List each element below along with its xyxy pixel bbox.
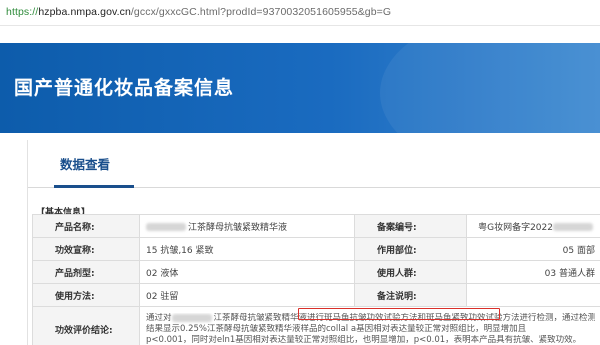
- product-name-text: 江茶酵母抗皱紧致精华液: [188, 222, 288, 233]
- label-product-name: 产品名称:: [32, 214, 140, 238]
- value-filing-number: 粤G妆网备字2022: [466, 214, 600, 238]
- table-row: 功效评价结论: 通过对 江茶酵母抗皱紧致精华液进行斑马鱼抗皱功效试验方法和斑马鱼紧…: [32, 306, 600, 345]
- filing-number-text: 粤G妆网备字2022: [478, 222, 553, 233]
- value-product-name: 江茶酵母抗皱紧致精华液: [139, 214, 355, 238]
- tab-data-view[interactable]: 数据查看: [60, 154, 110, 173]
- url-path: /gccx/gxxcGC.html?prodId=937003205160595…: [130, 6, 392, 18]
- url-host: hzpba.nmpa.gov.cn: [38, 6, 131, 18]
- value-dosage-form: 02 液体: [139, 260, 355, 284]
- table-row: 使用方法: 02 驻留 备注说明:: [32, 283, 600, 307]
- redacted-block: [171, 313, 212, 322]
- value-usage-method: 02 驻留: [139, 283, 355, 307]
- label-dosage-form: 产品剂型:: [32, 260, 140, 284]
- conclusion-line-2: 结果显示0.25%江茶酵母抗皱紧致精华液样品的collal a基因相对表达量较正…: [146, 324, 527, 334]
- label-application-area: 作用部位:: [354, 237, 467, 261]
- table-row: 功效宣称: 15 抗皱,16 紧致 作用部位: 05 面部: [32, 237, 600, 261]
- value-target-users: 03 普通人群: [466, 260, 600, 284]
- table-row: 产品剂型: 02 液体 使用人群: 03 普通人群: [32, 260, 600, 284]
- redacted-block: [553, 223, 593, 231]
- label-filing-number: 备案编号:: [354, 214, 467, 238]
- banner-decoration: [380, 43, 600, 133]
- address-bar[interactable]: https://hzpba.nmpa.gov.cn/gccx/gxxcGC.ht…: [0, 0, 600, 26]
- value-efficacy-claim: 15 抗皱,16 紧致: [139, 237, 355, 261]
- url-scheme: https://: [6, 6, 39, 18]
- tab-active-indicator: [54, 185, 134, 188]
- value-application-area: 05 面部: [466, 237, 600, 261]
- url-text[interactable]: https://hzpba.nmpa.gov.cn/gccx/gxxcGC.ht…: [6, 6, 391, 18]
- redacted-block: [146, 223, 186, 231]
- conclusion-line-3: p<0.001，同时对eln1基因相对表达量较正常对照组比，也明显增加，p<0.…: [146, 335, 582, 345]
- label-efficacy-conclusion: 功效评价结论:: [32, 306, 140, 345]
- value-remarks: [466, 283, 600, 307]
- label-target-users: 使用人群:: [354, 260, 467, 284]
- value-efficacy-conclusion: 通过对 江茶酵母抗皱紧致精华液进行斑马鱼抗皱功效试验方法和斑马鱼紧致功效试验方法进…: [139, 306, 600, 345]
- conclusion-text: 进行检测，通过检测: [519, 313, 595, 323]
- banner-title: 国产普通化妆品备案信息: [14, 77, 235, 99]
- label-remarks: 备注说明:: [354, 283, 467, 307]
- red-highlight-box: [298, 308, 500, 320]
- table-row: 产品名称: 江茶酵母抗皱紧致精华液 备案编号: 粤G妆网备字2022: [32, 214, 600, 238]
- conclusion-text: 通过对: [146, 313, 172, 323]
- label-usage-method: 使用方法:: [32, 283, 140, 307]
- content-panel: 数据查看 【基本信息】 产品名称: 江茶酵母抗皱紧致精华液 备案编号: 粤G妆网…: [27, 140, 600, 345]
- label-efficacy-claim: 功效宣称:: [32, 237, 140, 261]
- basic-info-table: 产品名称: 江茶酵母抗皱紧致精华液 备案编号: 粤G妆网备字2022 功效宣称:…: [32, 214, 600, 345]
- site-banner: 国产普通化妆品备案信息: [0, 43, 600, 133]
